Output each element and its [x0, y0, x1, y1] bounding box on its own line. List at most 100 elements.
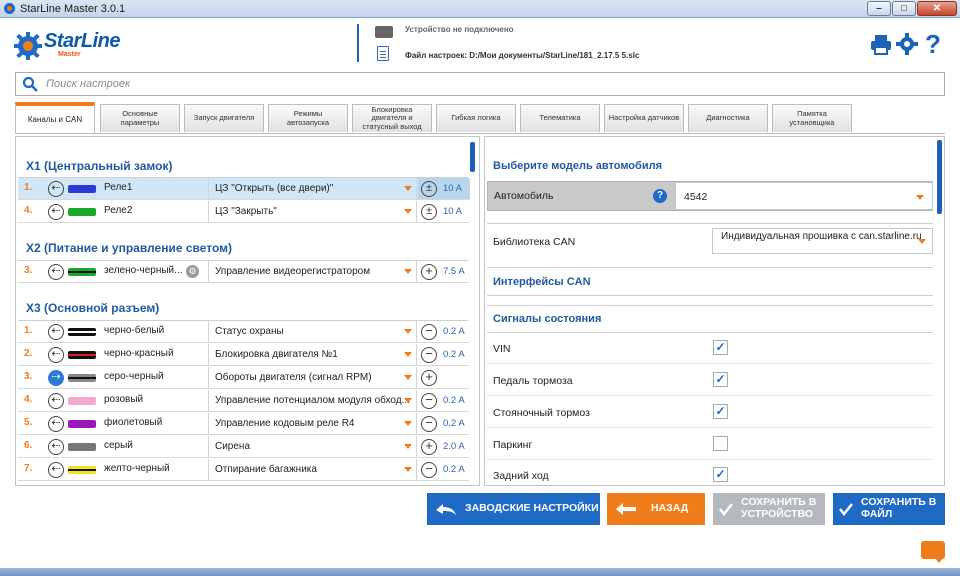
function-select[interactable]: Сирена: [208, 436, 417, 457]
wire-color-swatch: [68, 185, 96, 193]
signal-checkbox[interactable]: ✓: [713, 340, 728, 355]
right-scrollbar[interactable]: [937, 140, 942, 214]
function-select[interactable]: Статус охраны: [208, 321, 417, 342]
function-select[interactable]: Управление кодовым реле R4: [208, 413, 417, 434]
save-to-file-button[interactable]: СОХРАНИТЬ В ФАЙЛ: [833, 493, 945, 525]
polarity-icon[interactable]: +: [421, 370, 437, 386]
tab-sensors[interactable]: Настройка датчиков: [604, 104, 684, 132]
help-icon[interactable]: ?: [653, 189, 667, 203]
wire-row[interactable]: 3. ⇢ серо-черный Обороты двигателя (сигн…: [18, 367, 469, 389]
direction-icon[interactable]: ⇠: [48, 393, 64, 409]
wire-row[interactable]: 7. ⇠ желто-черный Отпирание багажника − …: [18, 459, 469, 481]
wire-row[interactable]: 3. ⇠ зелено-черный... ⚙ Управление видео…: [18, 261, 469, 283]
signal-label: Паркинг: [493, 439, 533, 451]
signal-row: Задний ход ✓: [487, 460, 933, 485]
function-select[interactable]: Отпирание багажника: [208, 459, 417, 480]
check-icon: [719, 499, 733, 519]
left-scrollbar[interactable]: [470, 142, 475, 172]
current-value: 0.2 A: [443, 464, 465, 475]
logo-gear-icon: [14, 32, 42, 60]
tab-flex-logic[interactable]: Гибкая логика: [436, 104, 516, 132]
tab-telematics[interactable]: Телематика: [520, 104, 600, 132]
function-select[interactable]: Управление видеорегистратором: [208, 261, 417, 282]
maximize-button[interactable]: □: [892, 1, 916, 16]
tab-channels-can[interactable]: Каналы и CAN: [15, 102, 95, 134]
printer-icon[interactable]: [870, 32, 892, 56]
polarity-icon[interactable]: −: [421, 416, 437, 432]
wire-name: зелено-черный...: [104, 265, 183, 276]
function-select[interactable]: Обороты двигателя (сигнал RPM): [208, 367, 417, 388]
tab-engine-start[interactable]: Запуск двигателя: [184, 104, 264, 132]
divider: [487, 223, 933, 224]
current-value: 2.0 A: [443, 441, 465, 452]
direction-icon[interactable]: ⇠: [48, 204, 64, 220]
signal-checkbox[interactable]: ✓: [713, 467, 728, 482]
wire-row[interactable]: 2. ⇠ черно-красный Блокировка двигателя …: [18, 344, 469, 366]
function-select[interactable]: ЦЗ "Закрыть": [208, 201, 417, 222]
polarity-icon[interactable]: −: [421, 347, 437, 363]
direction-icon[interactable]: ⇠: [48, 324, 64, 340]
wire-name: розовый: [104, 394, 144, 405]
signal-checkbox[interactable]: ✓: [713, 372, 728, 387]
file-icon: [377, 46, 389, 61]
signal-checkbox[interactable]: ✓: [713, 404, 728, 419]
polarity-icon[interactable]: −: [421, 324, 437, 340]
can-library-select[interactable]: Индивидуальная прошивка с can.starline.r…: [712, 228, 933, 254]
direction-icon[interactable]: ⇠: [48, 264, 64, 280]
close-button[interactable]: ✕: [917, 1, 957, 16]
wire-color-swatch: [68, 466, 96, 474]
wire-row[interactable]: 1. ⇠ Реле1 ЦЗ "Открыть (все двери)" ± 10…: [18, 178, 470, 200]
chevron-down-icon: [404, 269, 412, 274]
channels-panel: X1 (Центральный замок) 1. ⇠ Реле1 ЦЗ "От…: [15, 136, 480, 486]
search-input[interactable]: [46, 76, 926, 92]
tab-engine-lock[interactable]: Блокировка двигателя и статусный выход: [352, 104, 432, 132]
signal-label: VIN: [493, 343, 511, 355]
direction-icon[interactable]: ⇠: [48, 416, 64, 432]
search-icon: [22, 76, 38, 92]
factory-settings-label: ЗАВОДСКИЕ НАСТРОЙКИ: [465, 502, 599, 515]
help-icon[interactable]: ?: [922, 31, 944, 57]
polarity-icon[interactable]: ±: [421, 204, 437, 220]
wire-row[interactable]: 1. ⇠ черно-белый Статус охраны − 0.2 A: [18, 321, 469, 343]
direction-icon[interactable]: ⇠: [48, 347, 64, 363]
polarity-icon[interactable]: ±: [421, 181, 437, 197]
window-controls: – □ ✕: [867, 1, 957, 16]
back-button[interactable]: НАЗАД: [607, 493, 705, 525]
save-to-device-button[interactable]: СОХРАНИТЬ В УСТРОЙСТВО: [713, 493, 825, 525]
tab-autostart-modes[interactable]: Режимы автозапуска: [268, 104, 348, 132]
device-status: Устройство не подключено: [405, 25, 514, 34]
function-select[interactable]: Блокировка двигателя №1: [208, 344, 417, 365]
direction-icon[interactable]: ⇢: [48, 370, 64, 386]
polarity-icon[interactable]: +: [421, 439, 437, 455]
function-value: Управление видеорегистратором: [215, 266, 371, 277]
minimize-button[interactable]: –: [867, 1, 891, 16]
wire-color-swatch: [68, 397, 96, 405]
polarity-icon[interactable]: −: [421, 462, 437, 478]
wire-row[interactable]: 4. ⇠ Реле2 ЦЗ "Закрыть" ± 10 A: [18, 201, 469, 223]
wire-settings-icon[interactable]: ⚙: [186, 265, 199, 278]
tab-main-params[interactable]: Основные параметры: [100, 104, 180, 132]
maximize-icon: □: [900, 3, 908, 14]
signal-checkbox[interactable]: [713, 436, 728, 451]
direction-icon[interactable]: ⇠: [48, 439, 64, 455]
polarity-icon[interactable]: +: [421, 264, 437, 280]
current-value: 0.2 A: [443, 418, 465, 429]
tab-installer-notes[interactable]: Памятка установщика: [772, 104, 852, 132]
wire-name: серый: [104, 440, 133, 451]
polarity-icon[interactable]: −: [421, 393, 437, 409]
factory-settings-button[interactable]: ЗАВОДСКИЕ НАСТРОЙКИ: [427, 493, 600, 525]
can-interfaces-title[interactable]: Интерфейсы CAN: [493, 276, 591, 288]
wire-row[interactable]: 6. ⇠ серый Сирена + 2.0 A: [18, 436, 469, 458]
gear-icon[interactable]: [896, 32, 918, 56]
chat-icon[interactable]: [921, 541, 945, 563]
wire-row[interactable]: 5. ⇠ фиолетовый Управление кодовым реле …: [18, 413, 469, 435]
wire-name: серо-черный: [104, 371, 164, 382]
wire-row[interactable]: 4. ⇠ розовый Управление потенциалом моду…: [18, 390, 469, 412]
direction-icon[interactable]: ⇠: [48, 462, 64, 478]
function-select[interactable]: ЦЗ "Открыть (все двери)": [208, 178, 417, 199]
tab-diagnostics[interactable]: Диагностика: [688, 104, 768, 132]
direction-icon[interactable]: ⇠: [48, 181, 64, 197]
function-select[interactable]: Управление потенциалом модуля обход...: [208, 390, 417, 411]
car-model-select[interactable]: 4542: [675, 182, 933, 210]
can-library-row: Библиотека CAN Индивидуальная прошивка с…: [487, 225, 933, 257]
